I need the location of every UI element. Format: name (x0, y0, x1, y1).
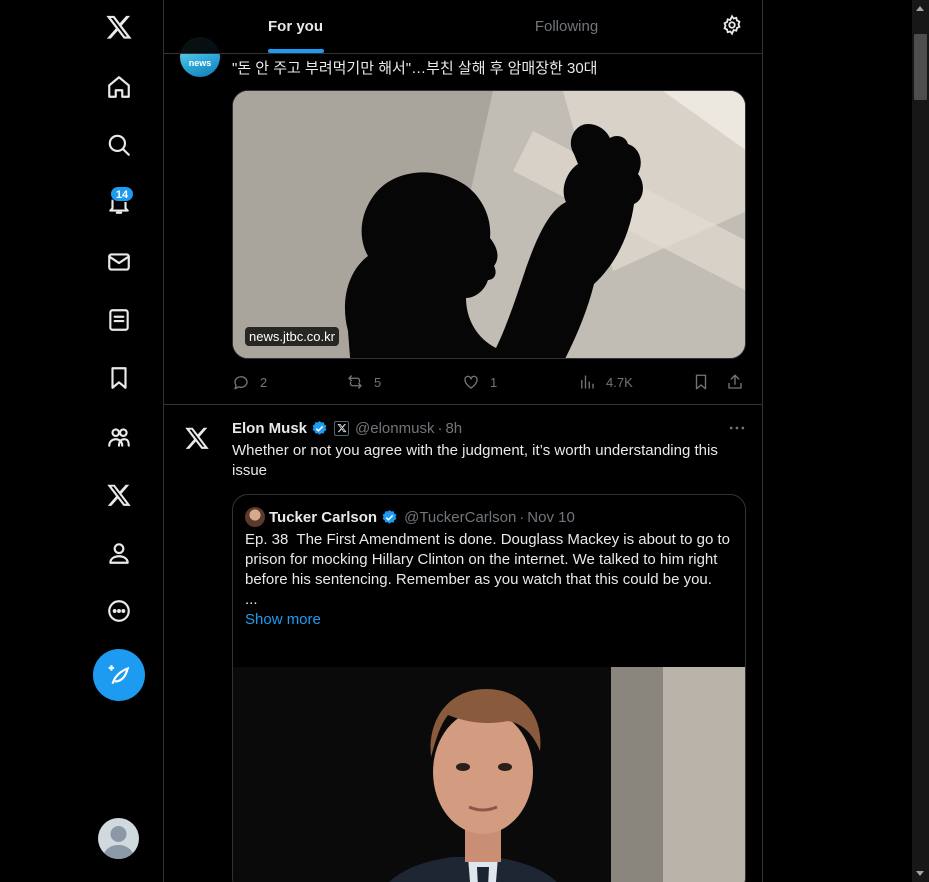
tweet-divider (164, 404, 762, 405)
quote-author-handle: @TuckerCarlson (404, 508, 517, 526)
silhouette-image (233, 91, 745, 358)
quote-author-name: Tucker Carlson (269, 508, 378, 526)
settings-gear-icon[interactable] (721, 14, 747, 40)
verified-badge-icon (312, 420, 327, 435)
share-button[interactable] (726, 372, 744, 392)
messages-icon[interactable] (99, 242, 139, 282)
portrait-image (233, 667, 745, 882)
tweet-time[interactable]: 8h (445, 420, 462, 437)
tweet-actions: 2 5 1 4.7K (232, 372, 746, 392)
tweet-text: "돈 안 주고 부려먹기만 해서"…부친 살해 후 암매장한 30대 (232, 60, 598, 77)
reply-button[interactable]: 2 (232, 372, 267, 392)
tab-label: Following (534, 18, 599, 35)
verified-badge-icon (382, 509, 397, 524)
like-button[interactable]: 1 (462, 372, 497, 392)
repost-count: 5 (374, 374, 382, 390)
bookmarks-icon[interactable] (99, 358, 139, 398)
quote-video-thumbnail[interactable] (233, 667, 745, 882)
search-icon[interactable] (99, 125, 139, 165)
notifications-badge: 14 (110, 186, 134, 202)
compose-post-button[interactable] (93, 649, 145, 701)
views-button[interactable]: 4.7K (578, 372, 633, 392)
default-avatar-icon (102, 826, 135, 859)
more-options-icon[interactable] (99, 591, 139, 631)
timeline: news "돈 안 주고 부려먹기만 해서"…부친 살해 후 암매장한 30대 … (164, 0, 763, 882)
reply-icon (234, 376, 248, 390)
tab-for-you[interactable]: For you (164, 0, 427, 53)
active-tab-indicator (268, 49, 324, 53)
tweet-text: Whether or not you agree with the judgme… (232, 442, 718, 479)
timeline-header: For you Following (164, 0, 762, 54)
account-avatar[interactable] (98, 818, 139, 859)
reply-count: 2 (260, 374, 268, 390)
quote-header: Tucker Carlson @TuckerCarlson · Nov 10 (245, 507, 575, 527)
more-options-icon[interactable] (727, 418, 747, 438)
repost-icon (348, 375, 362, 389)
tweet-header: Elon Musk @elonmusk · 8h (232, 418, 462, 438)
dot-separator: · (437, 419, 443, 437)
author-avatar[interactable] (184, 425, 216, 457)
scroll-down-arrow-icon[interactable] (916, 871, 924, 876)
like-count: 1 (490, 374, 498, 390)
show-more-link[interactable]: Show more (245, 610, 735, 630)
author-name[interactable]: Elon Musk (232, 420, 307, 437)
quote-ellipsis: ... (245, 591, 258, 608)
quote-body: Ep. 38 The First Amendment is done. Doug… (245, 530, 735, 630)
affiliation-x-icon[interactable] (334, 420, 350, 436)
premium-x-icon[interactable] (99, 475, 139, 515)
scrollbar-thumb[interactable] (914, 34, 927, 100)
quote-text: Ep. 38 The First Amendment is done. Doug… (245, 531, 735, 588)
quote-time: Nov 10 (527, 508, 575, 526)
repost-button[interactable]: 5 (346, 372, 381, 392)
avatar-text: news (188, 58, 212, 68)
author-handle[interactable]: @elonmusk (355, 420, 434, 437)
x-logo-avatar-icon (185, 427, 209, 449)
share-icon (728, 374, 742, 389)
feather-plus-icon (108, 665, 130, 685)
tab-label: For you (268, 18, 323, 35)
analytics-icon (581, 375, 594, 389)
tweet-link-card-image[interactable]: news.jtbc.co.kr (232, 90, 746, 359)
lists-icon[interactable] (99, 300, 139, 340)
page-scrollbar[interactable] (912, 0, 929, 882)
x-logo-icon[interactable] (99, 7, 139, 47)
home-icon[interactable] (99, 67, 139, 107)
scroll-up-arrow-icon[interactable] (916, 6, 924, 11)
heart-icon (464, 375, 478, 389)
quote-author-avatar (245, 507, 265, 527)
left-navigation: 14 (0, 0, 164, 882)
profile-icon[interactable] (99, 533, 139, 573)
communities-icon[interactable] (99, 417, 139, 457)
view-count: 4.7K (606, 374, 633, 390)
quoted-tweet[interactable]: Tucker Carlson @TuckerCarlson · Nov 10 E… (232, 494, 746, 882)
bookmark-icon (695, 374, 707, 390)
link-domain-label: news.jtbc.co.kr (245, 327, 339, 346)
tab-following[interactable]: Following (427, 0, 706, 53)
bookmark-button[interactable] (692, 372, 710, 392)
dot-separator: · (519, 508, 525, 526)
